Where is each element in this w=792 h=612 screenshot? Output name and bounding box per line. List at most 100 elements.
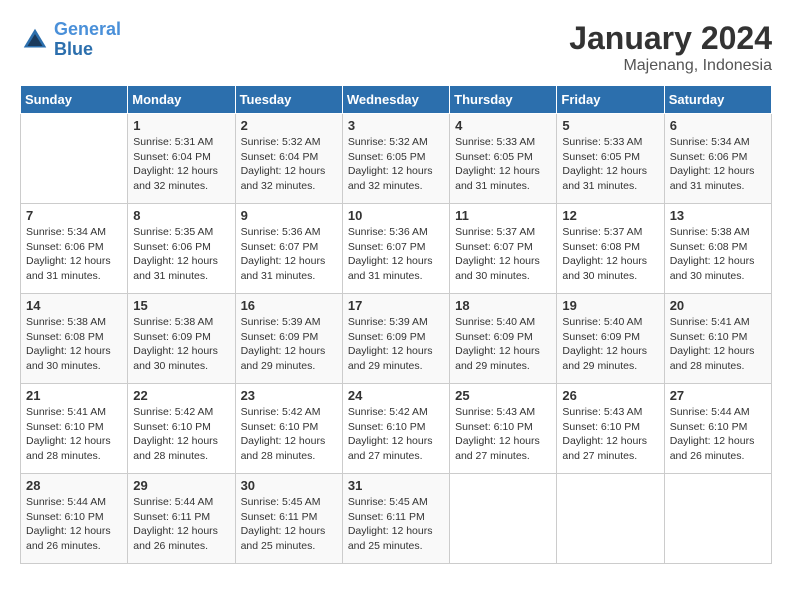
day-info: Sunrise: 5:36 AM Sunset: 6:07 PM Dayligh… <box>241 225 337 284</box>
day-info: Sunrise: 5:32 AM Sunset: 6:04 PM Dayligh… <box>241 135 337 194</box>
day-info: Sunrise: 5:34 AM Sunset: 6:06 PM Dayligh… <box>26 225 122 284</box>
week-row-1: 1 Sunrise: 5:31 AM Sunset: 6:04 PM Daylig… <box>21 114 772 204</box>
calendar-cell: 20 Sunrise: 5:41 AM Sunset: 6:10 PM Dayli… <box>664 294 771 384</box>
day-info: Sunrise: 5:38 AM Sunset: 6:08 PM Dayligh… <box>26 315 122 374</box>
day-number: 8 <box>133 208 229 223</box>
calendar-cell: 2 Sunrise: 5:32 AM Sunset: 6:04 PM Daylig… <box>235 114 342 204</box>
logo-icon <box>20 25 50 55</box>
day-number: 13 <box>670 208 766 223</box>
calendar-cell: 7 Sunrise: 5:34 AM Sunset: 6:06 PM Daylig… <box>21 204 128 294</box>
calendar-cell: 10Sunrise: 5:36 AM Sunset: 6:07 PM Dayli… <box>342 204 449 294</box>
calendar-cell: 9 Sunrise: 5:36 AM Sunset: 6:07 PM Daylig… <box>235 204 342 294</box>
calendar-header: SundayMondayTuesdayWednesdayThursdayFrid… <box>21 86 772 114</box>
week-row-5: 28 Sunrise: 5:44 AM Sunset: 6:10 PM Dayli… <box>21 474 772 564</box>
day-info: Sunrise: 5:40 AM Sunset: 6:09 PM Dayligh… <box>455 315 551 374</box>
calendar-cell <box>21 114 128 204</box>
calendar-cell <box>450 474 557 564</box>
calendar-cell: 11 Sunrise: 5:37 AM Sunset: 6:07 PM Dayli… <box>450 204 557 294</box>
day-number: 28 <box>26 478 122 493</box>
day-info: Sunrise: 5:38 AM Sunset: 6:09 PM Dayligh… <box>133 315 229 374</box>
calendar-cell: 24Sunrise: 5:42 AM Sunset: 6:10 PM Dayli… <box>342 384 449 474</box>
week-row-4: 21 Sunrise: 5:41 AM Sunset: 6:10 PM Dayli… <box>21 384 772 474</box>
calendar-cell: 22 Sunrise: 5:42 AM Sunset: 6:10 PM Dayli… <box>128 384 235 474</box>
day-number: 2 <box>241 118 337 133</box>
day-info: Sunrise: 5:42 AM Sunset: 6:10 PM Dayligh… <box>348 405 444 464</box>
day-number: 3 <box>348 118 444 133</box>
day-info: Sunrise: 5:43 AM Sunset: 6:10 PM Dayligh… <box>562 405 658 464</box>
calendar-cell: 13 Sunrise: 5:38 AM Sunset: 6:08 PM Dayli… <box>664 204 771 294</box>
calendar-body: 1 Sunrise: 5:31 AM Sunset: 6:04 PM Daylig… <box>21 114 772 564</box>
day-info: Sunrise: 5:39 AM Sunset: 6:09 PM Dayligh… <box>241 315 337 374</box>
calendar-table: SundayMondayTuesdayWednesdayThursdayFrid… <box>20 85 772 564</box>
calendar-cell: 27Sunrise: 5:44 AM Sunset: 6:10 PM Dayli… <box>664 384 771 474</box>
day-number: 31 <box>348 478 444 493</box>
calendar-cell: 14 Sunrise: 5:38 AM Sunset: 6:08 PM Dayli… <box>21 294 128 384</box>
calendar-cell: 6 Sunrise: 5:34 AM Sunset: 6:06 PM Daylig… <box>664 114 771 204</box>
calendar-cell: 19 Sunrise: 5:40 AM Sunset: 6:09 PM Dayli… <box>557 294 664 384</box>
day-info: Sunrise: 5:32 AM Sunset: 6:05 PM Dayligh… <box>348 135 444 194</box>
day-info: Sunrise: 5:33 AM Sunset: 6:05 PM Dayligh… <box>562 135 658 194</box>
calendar-cell: 15 Sunrise: 5:38 AM Sunset: 6:09 PM Dayli… <box>128 294 235 384</box>
day-number: 21 <box>26 388 122 403</box>
calendar-cell: 4 Sunrise: 5:33 AM Sunset: 6:05 PM Daylig… <box>450 114 557 204</box>
day-info: Sunrise: 5:40 AM Sunset: 6:09 PM Dayligh… <box>562 315 658 374</box>
logo: General Blue <box>20 20 121 60</box>
calendar-cell <box>557 474 664 564</box>
calendar-cell: 21 Sunrise: 5:41 AM Sunset: 6:10 PM Dayli… <box>21 384 128 474</box>
day-number: 7 <box>26 208 122 223</box>
day-info: Sunrise: 5:44 AM Sunset: 6:10 PM Dayligh… <box>26 495 122 554</box>
day-info: Sunrise: 5:44 AM Sunset: 6:11 PM Dayligh… <box>133 495 229 554</box>
day-number: 20 <box>670 298 766 313</box>
calendar-cell: 3 Sunrise: 5:32 AM Sunset: 6:05 PM Daylig… <box>342 114 449 204</box>
day-number: 25 <box>455 388 551 403</box>
day-number: 29 <box>133 478 229 493</box>
day-number: 6 <box>670 118 766 133</box>
day-info: Sunrise: 5:31 AM Sunset: 6:04 PM Dayligh… <box>133 135 229 194</box>
day-info: Sunrise: 5:38 AM Sunset: 6:08 PM Dayligh… <box>670 225 766 284</box>
day-number: 19 <box>562 298 658 313</box>
subtitle: Majenang, Indonesia <box>569 57 772 75</box>
calendar-cell: 31 Sunrise: 5:45 AM Sunset: 6:11 PM Dayli… <box>342 474 449 564</box>
calendar-cell: 29 Sunrise: 5:44 AM Sunset: 6:11 PM Dayli… <box>128 474 235 564</box>
calendar-cell: 18Sunrise: 5:40 AM Sunset: 6:09 PM Dayli… <box>450 294 557 384</box>
day-info: Sunrise: 5:45 AM Sunset: 6:11 PM Dayligh… <box>241 495 337 554</box>
day-number: 10 <box>348 208 444 223</box>
calendar-cell: 28 Sunrise: 5:44 AM Sunset: 6:10 PM Dayli… <box>21 474 128 564</box>
day-number: 17 <box>348 298 444 313</box>
column-header-sunday: Sunday <box>21 86 128 114</box>
calendar-cell: 8Sunrise: 5:35 AM Sunset: 6:06 PM Daylig… <box>128 204 235 294</box>
calendar-cell <box>664 474 771 564</box>
day-info: Sunrise: 5:34 AM Sunset: 6:06 PM Dayligh… <box>670 135 766 194</box>
day-number: 16 <box>241 298 337 313</box>
day-number: 23 <box>241 388 337 403</box>
day-info: Sunrise: 5:41 AM Sunset: 6:10 PM Dayligh… <box>26 405 122 464</box>
calendar-cell: 26 Sunrise: 5:43 AM Sunset: 6:10 PM Dayli… <box>557 384 664 474</box>
day-number: 5 <box>562 118 658 133</box>
calendar-cell: 30 Sunrise: 5:45 AM Sunset: 6:11 PM Dayli… <box>235 474 342 564</box>
calendar-cell: 23Sunrise: 5:42 AM Sunset: 6:10 PM Dayli… <box>235 384 342 474</box>
day-info: Sunrise: 5:45 AM Sunset: 6:11 PM Dayligh… <box>348 495 444 554</box>
day-info: Sunrise: 5:33 AM Sunset: 6:05 PM Dayligh… <box>455 135 551 194</box>
day-number: 4 <box>455 118 551 133</box>
day-number: 11 <box>455 208 551 223</box>
day-number: 1 <box>133 118 229 133</box>
day-info: Sunrise: 5:37 AM Sunset: 6:08 PM Dayligh… <box>562 225 658 284</box>
day-info: Sunrise: 5:43 AM Sunset: 6:10 PM Dayligh… <box>455 405 551 464</box>
day-info: Sunrise: 5:41 AM Sunset: 6:10 PM Dayligh… <box>670 315 766 374</box>
day-number: 30 <box>241 478 337 493</box>
day-number: 9 <box>241 208 337 223</box>
calendar-cell: 1 Sunrise: 5:31 AM Sunset: 6:04 PM Daylig… <box>128 114 235 204</box>
day-number: 12 <box>562 208 658 223</box>
column-header-monday: Monday <box>128 86 235 114</box>
day-info: Sunrise: 5:37 AM Sunset: 6:07 PM Dayligh… <box>455 225 551 284</box>
calendar-cell: 5 Sunrise: 5:33 AM Sunset: 6:05 PM Daylig… <box>557 114 664 204</box>
column-header-friday: Friday <box>557 86 664 114</box>
title-block: January 2024 Majenang, Indonesia <box>569 20 772 75</box>
day-info: Sunrise: 5:42 AM Sunset: 6:10 PM Dayligh… <box>133 405 229 464</box>
logo-text: General Blue <box>54 20 121 60</box>
calendar-cell: 12 Sunrise: 5:37 AM Sunset: 6:08 PM Dayli… <box>557 204 664 294</box>
day-number: 26 <box>562 388 658 403</box>
day-number: 15 <box>133 298 229 313</box>
day-number: 14 <box>26 298 122 313</box>
day-number: 22 <box>133 388 229 403</box>
